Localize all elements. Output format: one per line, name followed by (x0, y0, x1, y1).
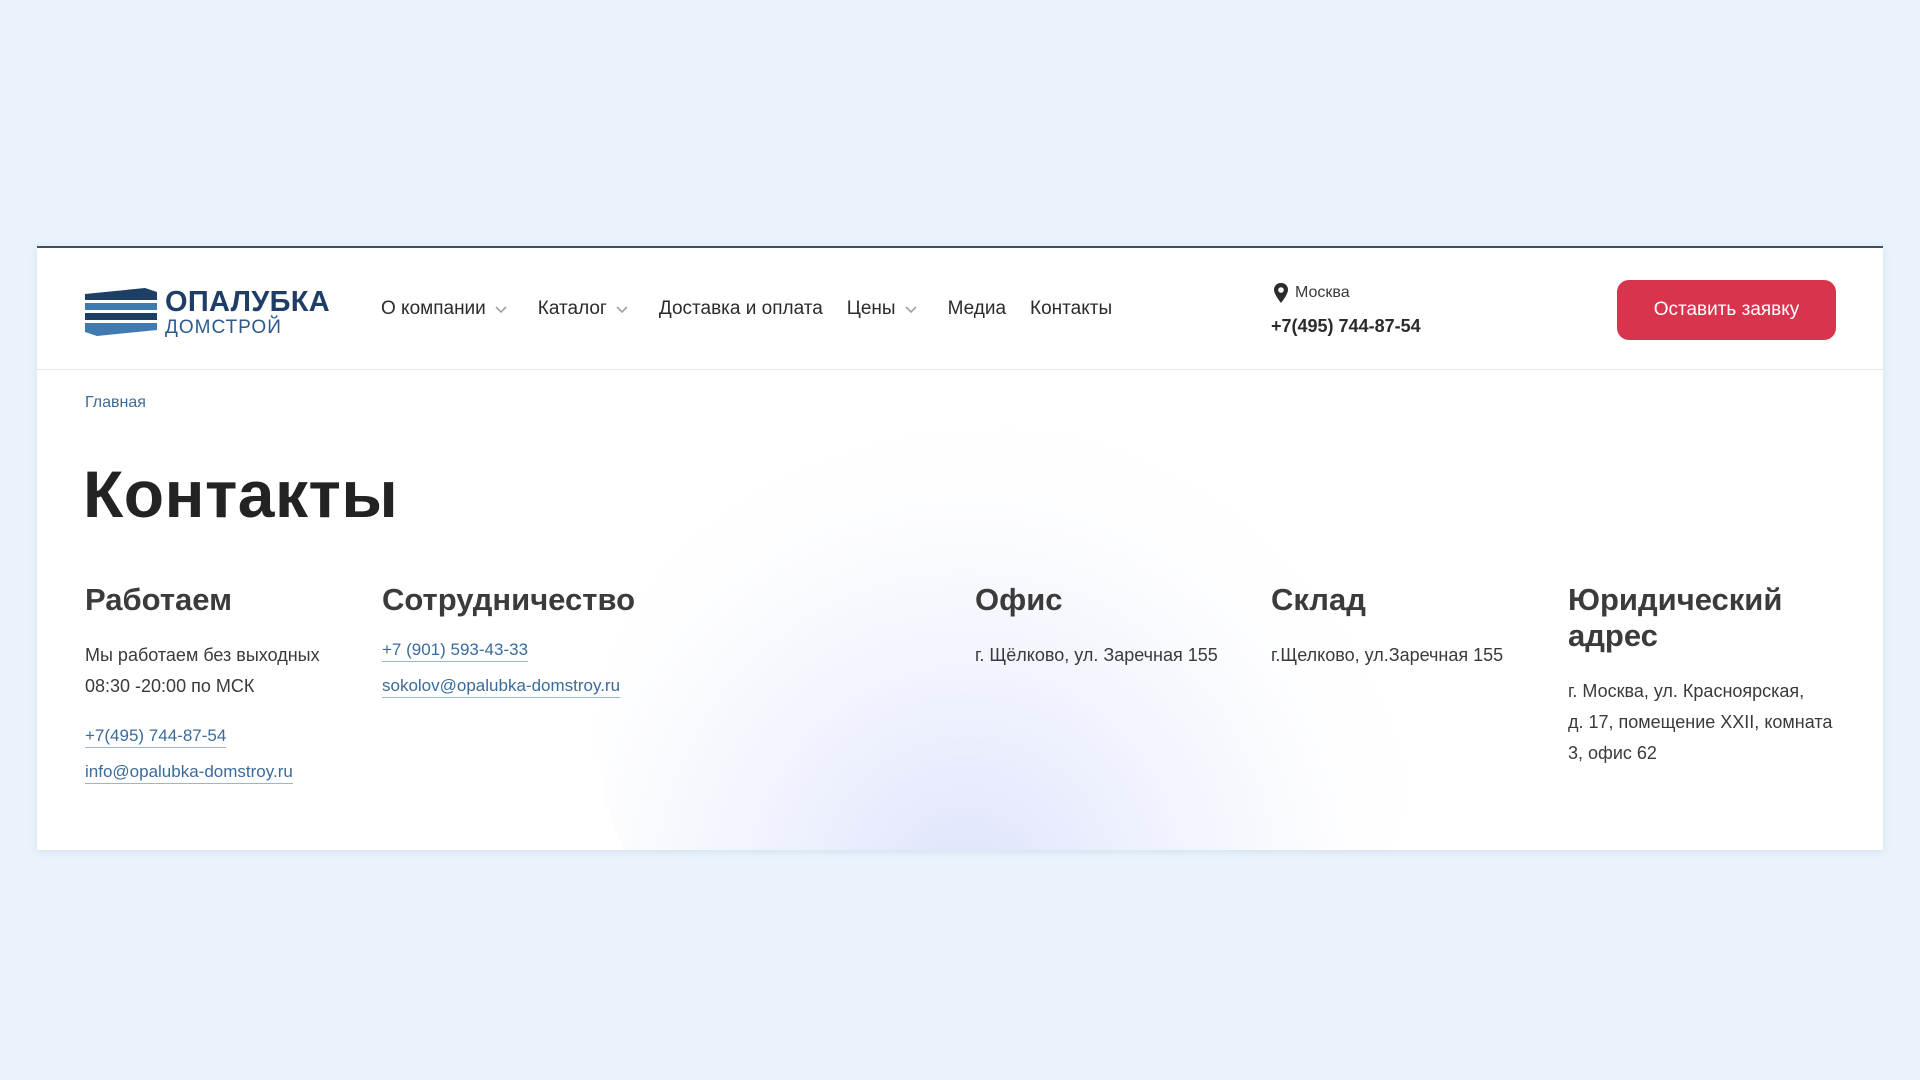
work-email-link[interactable]: info@opalubka-domstroy.ru (85, 761, 293, 784)
chevron-down-icon (905, 306, 917, 314)
city-selector[interactable]: Москва (1271, 282, 1421, 304)
nav-item-prices[interactable]: Цены (847, 298, 924, 320)
city-label: Москва (1295, 284, 1350, 301)
site-header: ОПАЛУБКА ДОМСТРОЙ О компании Каталог Дос… (37, 248, 1883, 370)
work-section: Работаем Мы работаем без выходных 08:30 … (85, 582, 320, 784)
partnership-title: Сотрудничество (382, 582, 636, 617)
breadcrumb-home[interactable]: Главная (85, 394, 146, 412)
work-hours: 08:30 -20:00 по МСК (85, 676, 255, 696)
legal-title-line-2: адрес (1568, 618, 1658, 653)
nav-label: Медиа (947, 298, 1007, 319)
chevron-down-icon (616, 306, 628, 314)
map-pin-icon (1274, 283, 1288, 303)
nav-item-media[interactable]: Медиа (948, 298, 1006, 320)
warehouse-title: Склад (1271, 582, 1366, 617)
nav-label: Каталог (537, 298, 607, 319)
office-section: Офис г. Щёлково, ул. Заречная 155 (975, 582, 1218, 671)
nav-item-about[interactable]: О компании (381, 298, 514, 320)
legal-section: Юридический адрес г. Москва, ул. Красноя… (1568, 582, 1832, 769)
partnership-section: Сотрудничество +7 (901) 593-43-33 sokolo… (382, 582, 635, 698)
logo-mark-icon (85, 288, 157, 336)
main-nav: О компании Каталог Доставка и оплата Цен… (381, 248, 1136, 370)
nav-item-catalog[interactable]: Каталог (538, 298, 635, 320)
legal-address-line-3: 3, офис 62 (1568, 743, 1657, 763)
request-button[interactable]: Оставить заявку (1617, 280, 1836, 340)
warehouse-section: Склад г.Щелково, ул.Заречная 155 (1271, 582, 1503, 671)
work-title: Работаем (85, 582, 233, 617)
partnership-email-link[interactable]: sokolov@opalubka-domstroy.ru (382, 675, 621, 698)
nav-label: Доставка и оплата (658, 298, 823, 319)
site-frame: ОПАЛУБКА ДОМСТРОЙ О компании Каталог Дос… (37, 246, 1883, 850)
chevron-down-icon (495, 306, 507, 314)
header-phone-link[interactable]: +7(495) 744-87-54 (1271, 316, 1421, 337)
logo-sub-text: ДОМСТРОЙ (165, 316, 282, 338)
office-title: Офис (975, 582, 1063, 617)
work-phone-link[interactable]: +7(495) 744-87-54 (85, 725, 227, 748)
warehouse-address: г.Щелково, ул.Заречная 155 (1271, 645, 1504, 665)
nav-item-delivery[interactable]: Доставка и оплата (659, 298, 823, 320)
work-days: Мы работаем без выходных (85, 645, 320, 665)
legal-address-line-2: д. 17, помещение XXII, комната (1568, 712, 1833, 732)
header-contact: Москва +7(495) 744-87-54 (1271, 282, 1421, 337)
logo[interactable]: ОПАЛУБКА ДОМСТРОЙ (85, 286, 335, 338)
legal-address-line-1: г. Москва, ул. Красноярская, (1568, 681, 1805, 701)
partnership-phone-link[interactable]: +7 (901) 593-43-33 (382, 639, 529, 662)
nav-label: Контакты (1030, 298, 1113, 319)
office-address: г. Щёлково, ул. Заречная 155 (975, 645, 1218, 665)
nav-item-contacts[interactable]: Контакты (1030, 298, 1112, 320)
logo-main-text: ОПАЛУБКА (165, 285, 330, 318)
legal-title-line-1: Юридический (1568, 582, 1783, 617)
page-title: Контакты (83, 457, 399, 531)
nav-label: О компании (381, 298, 486, 319)
nav-label: Цены (846, 298, 896, 319)
